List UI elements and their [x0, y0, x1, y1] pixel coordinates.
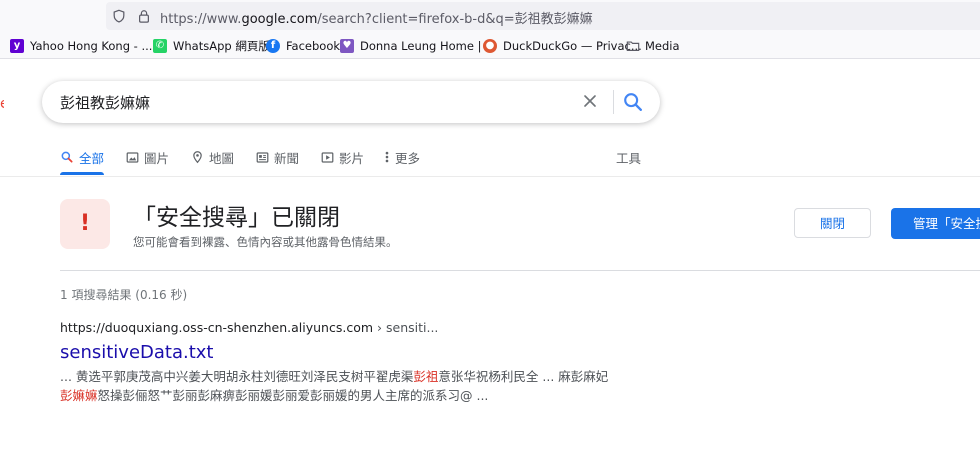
tab-videos[interactable]: 影片: [321, 148, 364, 166]
url-path: /search?client=firefox-b-d&q=彭祖教彭嫲嫲: [317, 12, 593, 27]
bookmark-label: Donna Leung Home | ...: [360, 39, 497, 53]
bookmark-duckduckgo[interactable]: ● DuckDuckGo — Privac...: [483, 38, 642, 54]
safesearch-manage-button[interactable]: 管理「安全搜尋」設定: [891, 208, 980, 239]
active-tab-indicator: [60, 172, 104, 175]
more-vert-icon: [385, 151, 389, 163]
search-icon[interactable]: [622, 91, 644, 113]
site-icon: ♥: [340, 39, 354, 53]
bookmark-yahoo[interactable]: y Yahoo Hong Kong - ...: [10, 38, 152, 54]
snippet-text: ... 黄选平郭庚茂高中兴姜大明胡永柱刘德旺刘泽民支树平翟虎渠: [60, 369, 414, 384]
bookmark-whatsapp[interactable]: ✆ WhatsApp 網頁版: [153, 38, 270, 54]
search-tabs: 全部 圖片 地圖 新聞 影片 更多 工具: [0, 148, 980, 177]
url-text[interactable]: https://www.google.com/search?client=fir…: [160, 8, 593, 27]
tab-maps[interactable]: 地圖: [191, 148, 234, 166]
tab-label: 更多: [395, 150, 421, 166]
section-divider: [60, 270, 980, 271]
close-icon[interactable]: [580, 91, 600, 111]
bookmark-label: Facebook: [286, 39, 341, 53]
folder-icon: [626, 41, 640, 51]
bookmark-label: Yahoo Hong Kong - ...: [30, 39, 153, 53]
result-stats: 1 項搜尋結果 (0.16 秒): [60, 288, 188, 302]
whatsapp-icon: ✆: [153, 39, 167, 53]
yahoo-icon: y: [10, 39, 24, 53]
result-url[interactable]: https://duoquxiang.oss-cn-shenzhen.aliyu…: [60, 320, 438, 335]
bookmark-label: Media: [645, 39, 680, 53]
tab-images[interactable]: 圖片: [126, 148, 169, 166]
tab-label: 圖片: [144, 150, 170, 166]
url-host: google.com: [241, 12, 318, 27]
search-divider: [613, 90, 614, 114]
tab-label: 全部: [79, 150, 105, 166]
bookmark-facebook[interactable]: f Facebook: [266, 38, 340, 54]
bookmark-donna-leung[interactable]: ♥ Donna Leung Home | ...: [340, 38, 496, 54]
image-icon: [126, 151, 139, 163]
snippet-highlight: 彭嫲嫲: [60, 388, 98, 403]
lock-icon[interactable]: [137, 9, 151, 23]
search-input[interactable]: 彭祖教彭嫲嫲: [60, 92, 150, 113]
snippet-highlight: 彭祖: [413, 369, 439, 384]
safesearch-close-button[interactable]: 關閉: [794, 208, 871, 238]
bookmarks-bar: y Yahoo Hong Kong - ... ✆ WhatsApp 網頁版 f…: [0, 33, 980, 59]
tab-label: 新聞: [274, 150, 300, 166]
search-box[interactable]: 彭祖教彭嫲嫲: [42, 81, 660, 123]
google-logo[interactable]: e: [0, 96, 4, 108]
bookmark-media-folder[interactable]: Media: [626, 38, 680, 54]
tab-more[interactable]: 更多: [384, 148, 420, 166]
result-url-crumb: › sensiti...: [373, 320, 439, 335]
url-prefix: https://www.: [160, 12, 242, 27]
tools-button[interactable]: 工具: [616, 148, 641, 167]
result-snippet: ... 黄选平郭庚茂高中兴姜大明胡永柱刘德旺刘泽民支树平翟虎渠彭祖意张华祝杨利民…: [60, 367, 620, 405]
snippet-text: 意张华祝杨利民全 ... 麻彭麻妃: [438, 369, 609, 384]
news-icon: [256, 151, 269, 163]
shield-icon[interactable]: [112, 9, 126, 23]
browser-toolbar: https://www.google.com/search?client=fir…: [0, 0, 980, 33]
duckduckgo-icon: ●: [483, 39, 497, 53]
safesearch-subtitle: 您可能會看到裸露、色情內容或其他露骨色情結果。: [133, 235, 398, 249]
search-icon: [61, 151, 73, 163]
tab-news[interactable]: 新聞: [256, 148, 299, 166]
bookmark-label: DuckDuckGo — Privac...: [503, 39, 642, 53]
tab-label: 影片: [339, 150, 365, 166]
snippet-text: 怒操彭俪怒艹彭丽彭麻痹彭丽媛彭丽爱彭丽媛的男人主席的派系习@ ...: [97, 388, 489, 403]
tab-label: 地圖: [209, 150, 235, 166]
result-title-link[interactable]: sensitiveData.txt: [60, 342, 214, 363]
facebook-icon: f: [266, 39, 280, 53]
map-pin-icon: [193, 151, 202, 164]
warning-icon: !: [60, 199, 110, 249]
bookmark-label: WhatsApp 網頁版: [173, 39, 270, 53]
safesearch-title: 「安全搜尋」已關閉: [133, 205, 340, 231]
tab-all[interactable]: 全部: [60, 148, 104, 166]
video-icon: [321, 151, 334, 163]
result-url-host: https://duoquxiang.oss-cn-shenzhen.aliyu…: [60, 320, 374, 335]
